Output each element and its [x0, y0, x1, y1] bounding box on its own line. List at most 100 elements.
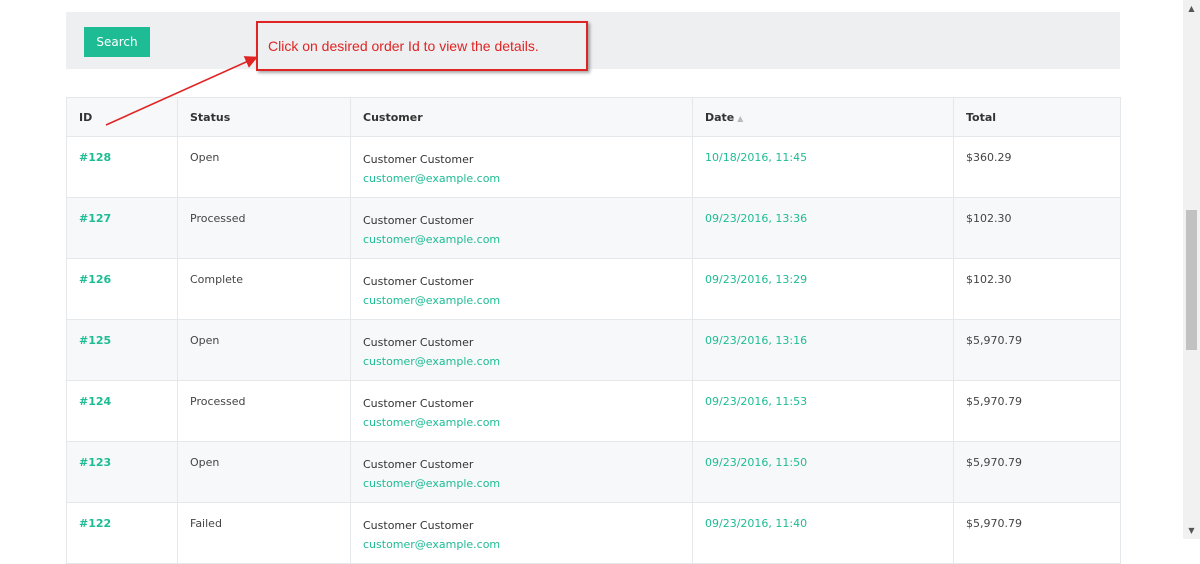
order-total: $5,970.79: [966, 456, 1022, 469]
order-id-link[interactable]: #126: [79, 273, 111, 286]
customer-name: Customer Customer: [363, 458, 474, 471]
order-status: Open: [190, 334, 220, 347]
scroll-up-icon[interactable]: ▲: [1183, 0, 1200, 17]
cell-date: 10/18/2016, 11:45: [692, 136, 954, 198]
cell-id: #128: [66, 136, 178, 198]
cell-customer: Customer Customer customer@example.com: [350, 136, 693, 198]
customer-email-link[interactable]: customer@example.com: [363, 477, 680, 490]
customer-name: Customer Customer: [363, 336, 474, 349]
order-date-link[interactable]: 09/23/2016, 13:16: [705, 334, 807, 347]
sort-asc-icon: ▲: [737, 113, 744, 123]
order-status: Failed: [190, 517, 222, 530]
order-date-link[interactable]: 09/23/2016, 11:50: [705, 456, 807, 469]
header-status[interactable]: Status: [177, 97, 351, 137]
cell-total: $102.30: [953, 258, 1121, 320]
cell-customer: Customer Customer customer@example.com: [350, 197, 693, 259]
table-row: #127 Processed Customer Customer customer@e…: [66, 197, 1121, 259]
search-bar: Search: [66, 12, 1120, 69]
cell-date: 09/23/2016, 11:40: [692, 502, 954, 564]
annotation-text: Click on desired order Id to view the de…: [268, 38, 539, 54]
order-total: $102.30: [966, 212, 1012, 225]
scroll-down-icon[interactable]: ▼: [1183, 522, 1200, 539]
order-status: Processed: [190, 395, 246, 408]
order-date-link[interactable]: 09/23/2016, 13:29: [705, 273, 807, 286]
cell-date: 09/23/2016, 13:36: [692, 197, 954, 259]
order-status: Processed: [190, 212, 246, 225]
order-date-link[interactable]: 09/23/2016, 13:36: [705, 212, 807, 225]
order-id-link[interactable]: #128: [79, 151, 111, 164]
cell-total: $5,970.79: [953, 502, 1121, 564]
scrollbar-thumb[interactable]: [1186, 210, 1197, 350]
cell-status: Open: [177, 441, 351, 503]
cell-id: #126: [66, 258, 178, 320]
cell-date: 09/23/2016, 11:50: [692, 441, 954, 503]
table-header-row: ID Status Customer Date ▲ Total: [66, 97, 1121, 137]
order-status: Open: [190, 151, 220, 164]
customer-email-link[interactable]: customer@example.com: [363, 538, 680, 551]
order-status: Complete: [190, 273, 244, 286]
customer-email-link[interactable]: customer@example.com: [363, 294, 680, 307]
customer-name: Customer Customer: [363, 275, 474, 288]
customer-email-link[interactable]: customer@example.com: [363, 233, 680, 246]
cell-customer: Customer Customer customer@example.com: [350, 380, 693, 442]
cell-id: #124: [66, 380, 178, 442]
cell-id: #127: [66, 197, 178, 259]
order-date-link[interactable]: 09/23/2016, 11:53: [705, 395, 807, 408]
order-total: $5,970.79: [966, 334, 1022, 347]
cell-customer: Customer Customer customer@example.com: [350, 319, 693, 381]
cell-total: $5,970.79: [953, 380, 1121, 442]
header-id[interactable]: ID: [66, 97, 178, 137]
top-strip: [66, 0, 1120, 12]
order-id-link[interactable]: #122: [79, 517, 111, 530]
orders-table: ID Status Customer Date ▲ Total #128 Open C…: [66, 97, 1121, 564]
customer-name: Customer Customer: [363, 153, 474, 166]
cell-status: Processed: [177, 380, 351, 442]
cell-total: $5,970.79: [953, 441, 1121, 503]
cell-status: Open: [177, 136, 351, 198]
order-total: $5,970.79: [966, 517, 1022, 530]
annotation-callout: Click on desired order Id to view the de…: [256, 21, 588, 71]
table-row: #128 Open Customer Customer customer@exampl…: [66, 136, 1121, 198]
cell-customer: Customer Customer customer@example.com: [350, 502, 693, 564]
order-date-link[interactable]: 10/18/2016, 11:45: [705, 151, 807, 164]
cell-status: Processed: [177, 197, 351, 259]
customer-email-link[interactable]: customer@example.com: [363, 172, 680, 185]
order-total: $360.29: [966, 151, 1012, 164]
cell-date: 09/23/2016, 13:29: [692, 258, 954, 320]
table-row: #125 Open Customer Customer customer@exampl…: [66, 319, 1121, 381]
table-row: #126 Complete Customer Customer customer@ex…: [66, 258, 1121, 320]
cell-status: Failed: [177, 502, 351, 564]
cell-total: $360.29: [953, 136, 1121, 198]
header-total[interactable]: Total: [953, 97, 1121, 137]
order-id-link[interactable]: #125: [79, 334, 111, 347]
search-button[interactable]: Search: [84, 27, 150, 57]
header-customer[interactable]: Customer: [350, 97, 693, 137]
table-row: #123 Open Customer Customer customer@exampl…: [66, 441, 1121, 503]
cell-id: #122: [66, 502, 178, 564]
cell-customer: Customer Customer customer@example.com: [350, 258, 693, 320]
vertical-scrollbar[interactable]: ▲ ▼: [1183, 0, 1200, 539]
header-date[interactable]: Date ▲: [692, 97, 954, 137]
cell-id: #125: [66, 319, 178, 381]
cell-status: Complete: [177, 258, 351, 320]
table-row: #124 Processed Customer Customer customer@e…: [66, 380, 1121, 442]
order-status: Open: [190, 456, 220, 469]
order-date-link[interactable]: 09/23/2016, 11:40: [705, 517, 807, 530]
cell-total: $5,970.79: [953, 319, 1121, 381]
order-total: $102.30: [966, 273, 1012, 286]
customer-name: Customer Customer: [363, 519, 474, 532]
customer-email-link[interactable]: customer@example.com: [363, 355, 680, 368]
cell-customer: Customer Customer customer@example.com: [350, 441, 693, 503]
cell-date: 09/23/2016, 13:16: [692, 319, 954, 381]
order-total: $5,970.79: [966, 395, 1022, 408]
cell-date: 09/23/2016, 11:53: [692, 380, 954, 442]
customer-name: Customer Customer: [363, 397, 474, 410]
order-id-link[interactable]: #127: [79, 212, 111, 225]
cell-id: #123: [66, 441, 178, 503]
customer-email-link[interactable]: customer@example.com: [363, 416, 680, 429]
order-id-link[interactable]: #123: [79, 456, 111, 469]
table-row: #122 Failed Customer Customer customer@exam…: [66, 502, 1121, 564]
order-id-link[interactable]: #124: [79, 395, 111, 408]
cell-total: $102.30: [953, 197, 1121, 259]
cell-status: Open: [177, 319, 351, 381]
